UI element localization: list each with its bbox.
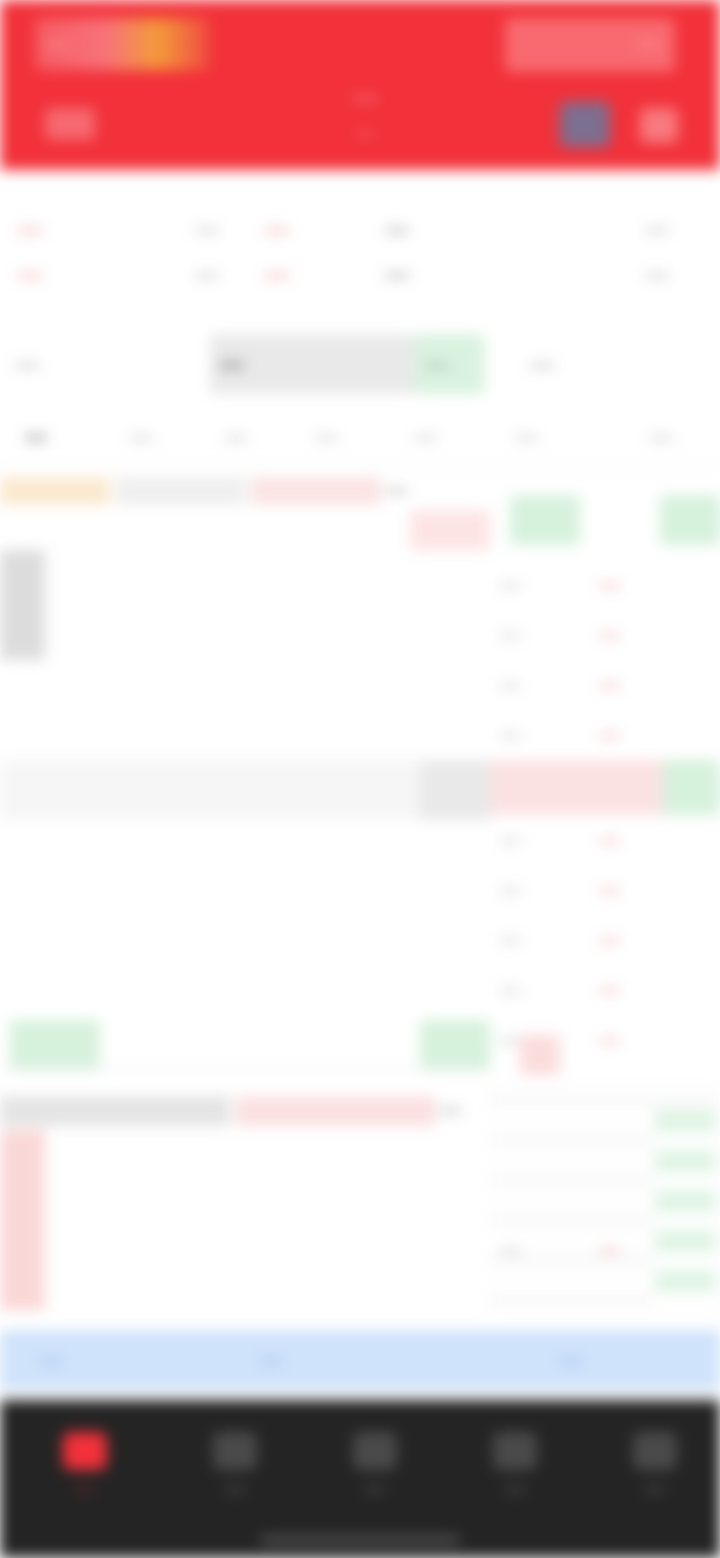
- bid-price: —: [500, 829, 520, 851]
- trade-tick: [520, 1035, 560, 1075]
- nav-item-5[interactable]: —: [600, 1432, 710, 1501]
- bid-price: —: [500, 929, 520, 951]
- ask-price: —: [500, 624, 520, 646]
- trade-action-bar: — — —: [0, 1330, 720, 1390]
- ask-qty: —: [600, 574, 620, 596]
- bottom-nav: — — — — —: [0, 1400, 720, 1558]
- bid-qty: —: [600, 979, 620, 1001]
- summary-row: — — — — —: [0, 210, 720, 255]
- bid-price: —: [500, 879, 520, 901]
- tab-3[interactable]: —: [425, 330, 495, 400]
- header-right-label: —: [638, 30, 660, 55]
- open-value: —: [385, 216, 409, 243]
- ma-swatch: [0, 476, 110, 505]
- nav-item-3[interactable]: —: [320, 1432, 430, 1501]
- bid-qty: —: [600, 1029, 620, 1051]
- bid-price: —: [500, 979, 520, 1001]
- high-label: —: [195, 216, 219, 243]
- ma-swatch: [115, 476, 246, 505]
- period-tabs: — — — — — — —: [0, 408, 720, 467]
- period-tab[interactable]: —: [130, 408, 210, 466]
- open-label: —: [645, 216, 669, 243]
- summary-row: — — — — —: [0, 255, 720, 300]
- trade-right-button[interactable]: —: [560, 1340, 690, 1380]
- tab-2[interactable]: —: [220, 330, 410, 400]
- bid-qty: —: [600, 829, 620, 851]
- stock-detail-screen: — — — — — — — — — — — — — — — — — — — — …: [0, 0, 720, 1558]
- period-tab[interactable]: —: [415, 408, 495, 466]
- nav-item-4[interactable]: —: [460, 1432, 570, 1501]
- volume-value: —: [385, 261, 409, 288]
- ask-price: —: [500, 724, 520, 746]
- page-title: —: [353, 84, 377, 111]
- volume-label: —: [645, 261, 669, 288]
- nav-item-2[interactable]: —: [180, 1432, 290, 1501]
- trade-left-button[interactable]: —: [40, 1340, 220, 1380]
- ask-qty: —: [600, 1239, 620, 1261]
- price-tag: [420, 760, 490, 820]
- app-header: — — — —: [0, 0, 720, 170]
- low-value: —: [265, 261, 289, 288]
- period-tab[interactable]: —: [315, 408, 395, 466]
- ask-price: —: [500, 1239, 520, 1261]
- period-tab[interactable]: —: [650, 408, 710, 466]
- price-tag: [410, 510, 490, 550]
- ask-qty: —: [600, 624, 620, 646]
- news-icon: [493, 1432, 537, 1470]
- volume-indicator-line: —: [0, 1090, 490, 1130]
- vol-swatch: [0, 1095, 230, 1126]
- trade-center-button[interactable]: —: [260, 1340, 440, 1380]
- nav-label: —: [225, 1478, 245, 1500]
- period-tab[interactable]: —: [225, 408, 305, 466]
- order-book: — — — — — — — — — — — — — — — — — — — —: [490, 490, 720, 1310]
- ma-swatch: [251, 476, 382, 505]
- book-divider: [490, 760, 720, 815]
- nav-label: —: [645, 1478, 665, 1500]
- home-indicator[interactable]: [260, 1536, 460, 1544]
- blurred-content: — — — — — — — — — — — — — — — — — — — — …: [0, 0, 720, 1558]
- ask-price: —: [500, 674, 520, 696]
- page-subtitle: —: [356, 122, 374, 142]
- bid-qty: —: [600, 929, 620, 951]
- ask-price: —: [500, 574, 520, 596]
- header-left-label: —: [45, 30, 69, 57]
- header-title-block: — —: [250, 78, 480, 158]
- kline-chart[interactable]: [0, 510, 490, 1310]
- volume-bar: [0, 1130, 45, 1310]
- avatar-icon[interactable]: [560, 102, 610, 147]
- more-icon[interactable]: [640, 108, 678, 143]
- back-icon[interactable]: [45, 108, 95, 140]
- tab-1[interactable]: —: [15, 330, 165, 400]
- price-summary: — — — — — — — — — —: [0, 190, 720, 320]
- trade-icon: [353, 1432, 397, 1470]
- ask-qty: —: [600, 674, 620, 696]
- low-label: —: [195, 261, 219, 288]
- price-axis-marker: [0, 550, 45, 660]
- vol-text: —: [441, 1099, 462, 1121]
- period-tab[interactable]: —: [25, 408, 105, 466]
- ma-indicator-line: —: [0, 470, 490, 510]
- nav-label: —: [75, 1478, 95, 1500]
- ma-text: —: [386, 479, 407, 501]
- vol-swatch: [235, 1095, 436, 1126]
- price-change: —: [18, 261, 42, 288]
- price-tag: [420, 1020, 490, 1070]
- current-price: —: [18, 216, 42, 243]
- market-icon: [213, 1432, 257, 1470]
- tab-4[interactable]: —: [530, 330, 710, 400]
- ask-qty: —: [600, 724, 620, 746]
- chart-tabs: — — — —: [0, 330, 720, 405]
- high-value: —: [265, 216, 289, 243]
- profile-icon: [633, 1432, 677, 1470]
- nav-item-1[interactable]: —: [30, 1432, 140, 1501]
- price-tag: [10, 1020, 100, 1070]
- nav-label: —: [505, 1478, 525, 1500]
- period-tab[interactable]: —: [515, 408, 595, 466]
- bid-qty: —: [600, 879, 620, 901]
- home-icon: [63, 1432, 107, 1470]
- nav-label: —: [365, 1478, 385, 1500]
- chart-band: [0, 760, 490, 820]
- trade-list-volume: [655, 1110, 715, 1310]
